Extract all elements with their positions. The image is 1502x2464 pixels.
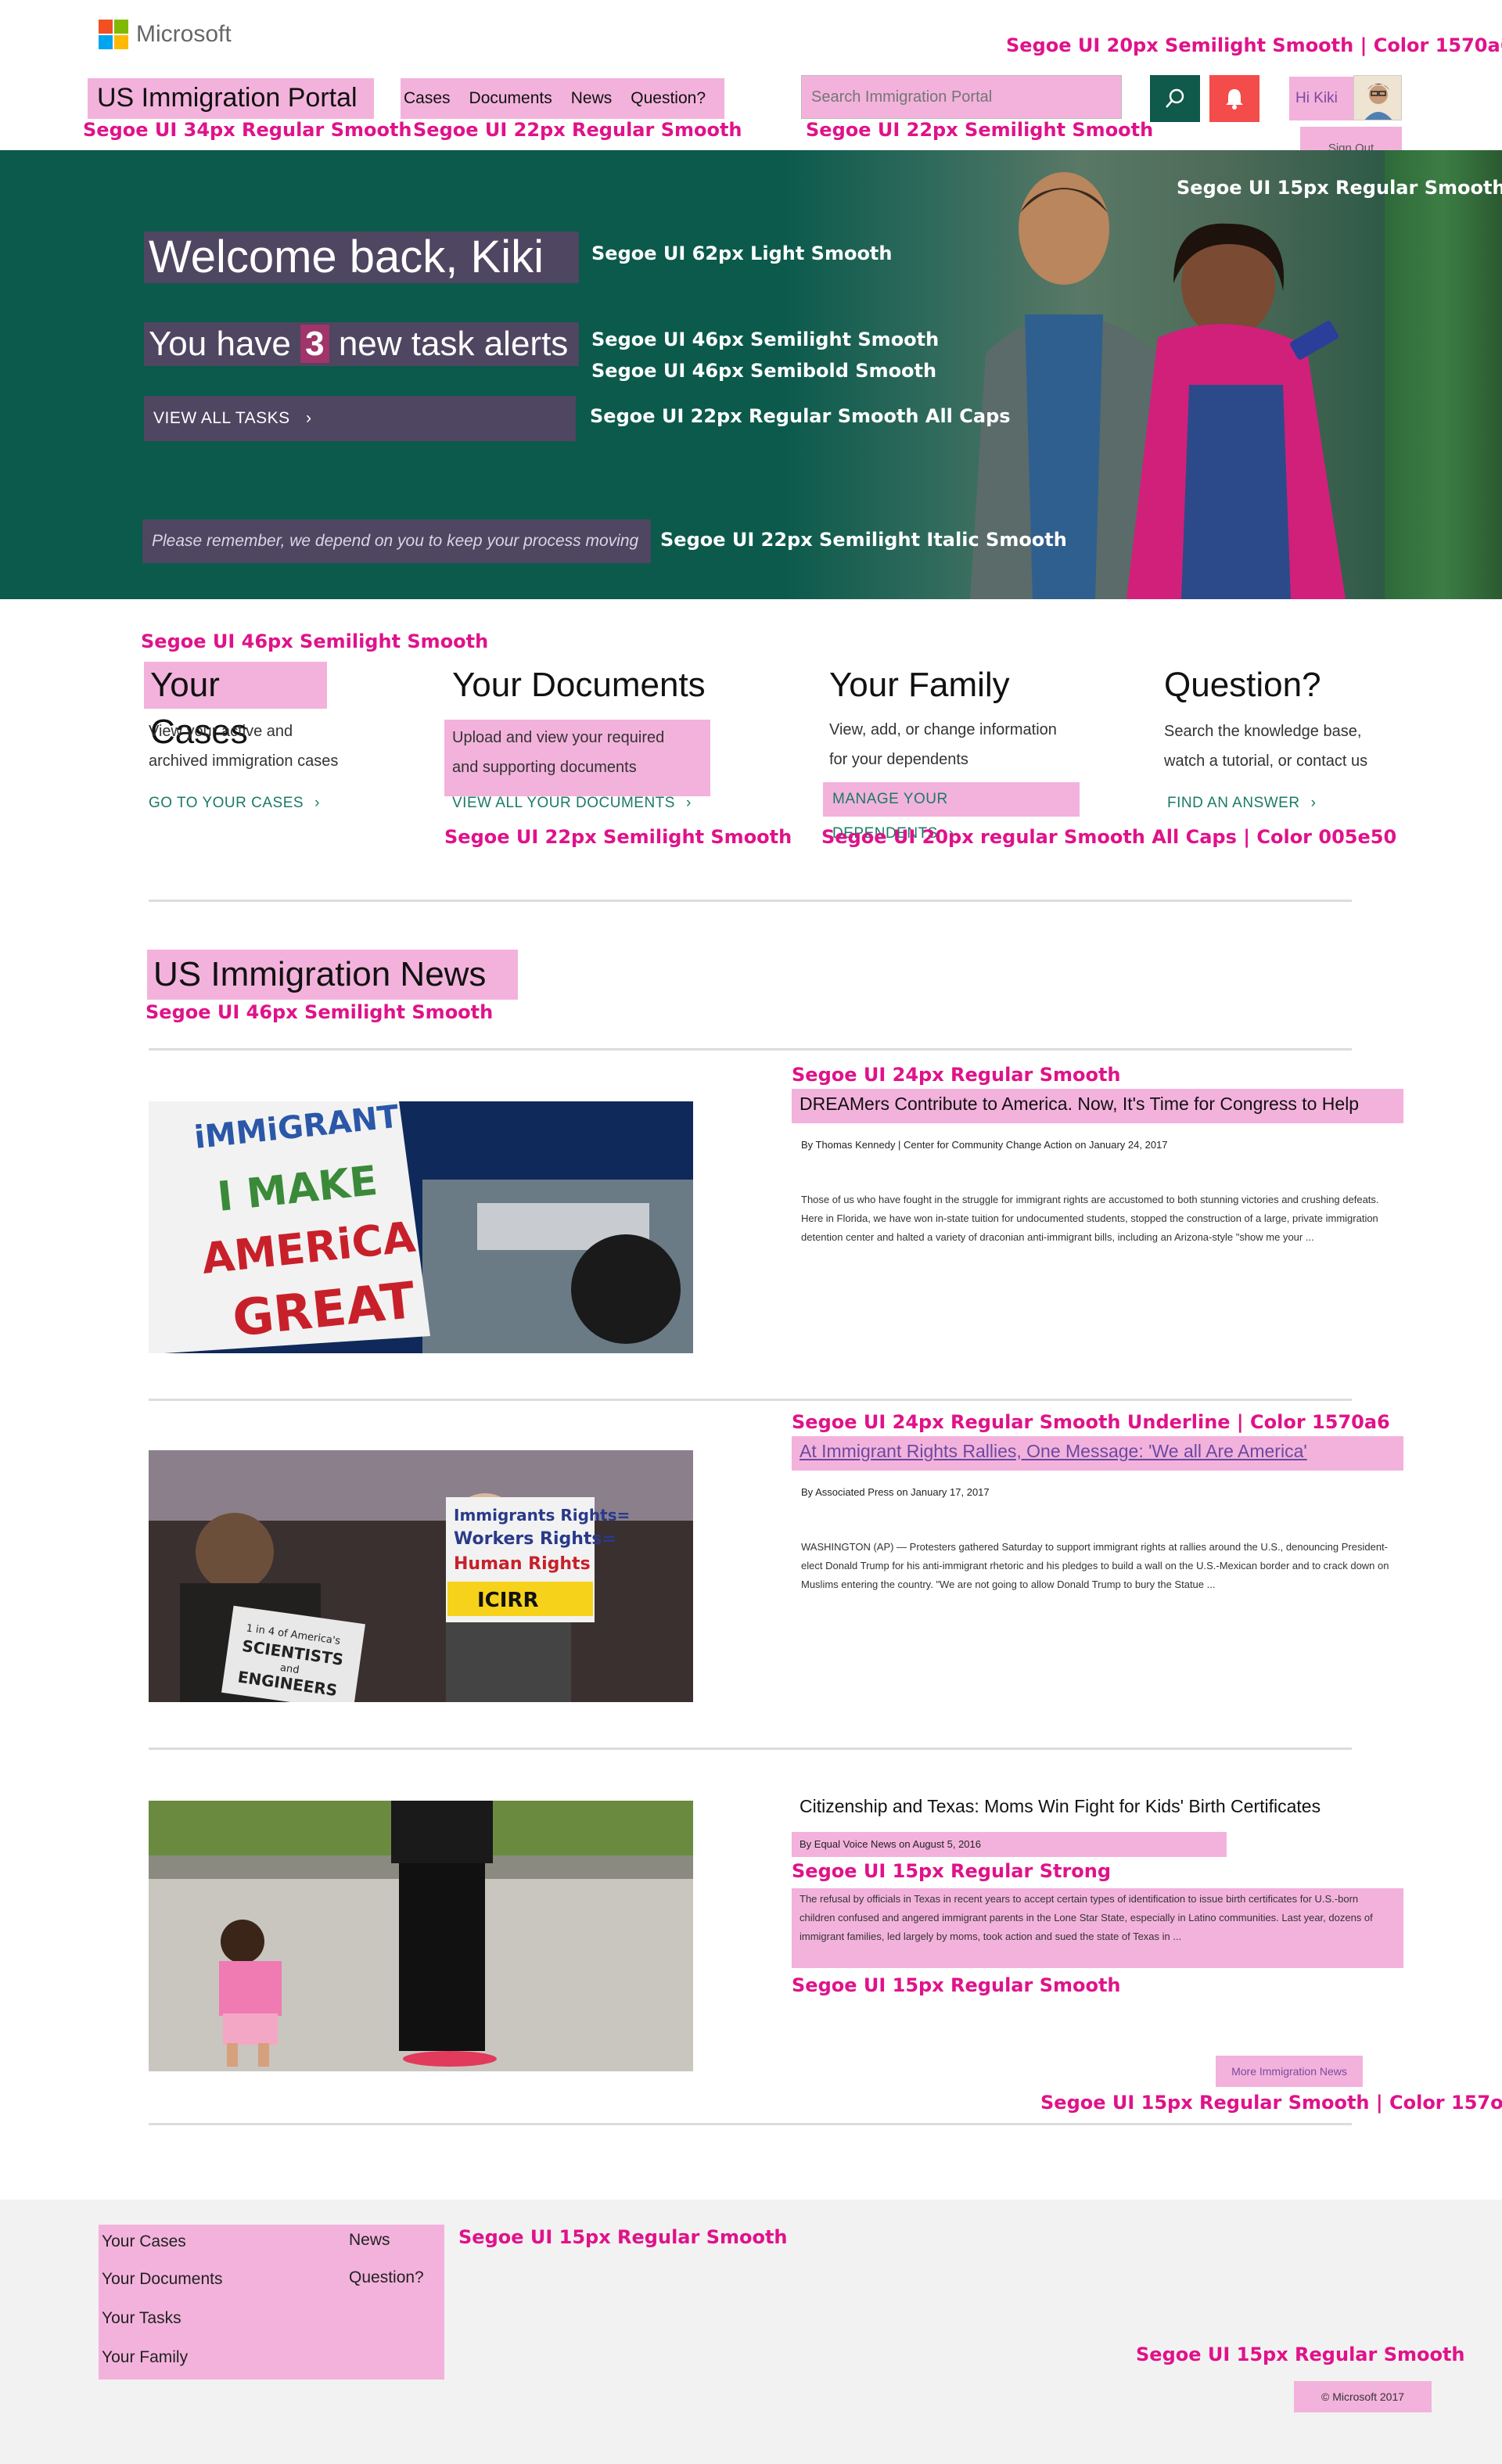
divider [149,900,1352,902]
logo-text: Microsoft [136,21,232,47]
card-title-question[interactable]: Question? [1164,662,1321,709]
annotation: Segoe UI 62px Light Smooth [591,242,893,264]
footer-link-question[interactable]: Question? [349,2268,424,2287]
footer-link-cases[interactable]: Your Cases [102,2232,186,2251]
sign-text: Immigrants Rights= [454,1506,630,1525]
annotation: Segoe UI 15px Regular Strong [792,1860,1112,1882]
card-title-documents[interactable]: Your Documents [452,662,706,709]
annotation: Segoe UI 22px Regular Smooth All Caps [590,405,1011,427]
view-all-tasks-button[interactable]: VIEW ALL TASKS › [144,396,576,441]
article-byline-1: By Thomas Kennedy | Center for Community… [801,1139,1168,1151]
view-all-label: VIEW ALL TASKS [153,409,290,427]
copyright: © Microsoft 2017 [1294,2381,1432,2412]
microsoft-logo-icon [99,20,128,49]
chevron-right-icon: › [314,795,320,811]
avatar[interactable] [1353,75,1402,120]
nav-question[interactable]: Question? [631,89,706,108]
news-heading: US Immigration News [147,950,518,1000]
nav-news[interactable]: News [571,89,613,108]
nav-cases[interactable]: Cases [404,89,451,108]
news-image-1[interactable]: iMMiGRANT I MAKE AMERiCA GREAT [149,1101,693,1353]
sign-text: Human Rights [454,1554,591,1574]
article-body-2: WASHINGTON (AP) — Protesters gathered Sa… [801,1541,1389,1590]
card-desc-question: Search the knowledge base, watch a tutori… [1164,723,1368,770]
annotation: Segoe UI 22px Semilight Smooth [444,826,792,848]
annotation: Segoe UI 46px Semilight Smooth [141,630,489,652]
card-desc-cases: View your active and archived immigration… [149,723,339,770]
divider [149,1747,1352,1750]
article-title-2[interactable]: At Immigrant Rights Rallies, One Message… [792,1436,1403,1471]
welcome-heading: Welcome back, Kiki [144,232,579,283]
go-to-cases-link[interactable]: GO TO YOUR CASES › [149,795,320,812]
article-byline-2: By Associated Press on January 17, 2017 [801,1486,990,1498]
alerts-suffix: new task alerts [329,325,569,363]
alerts-prefix: You have [149,325,301,363]
hero-photo-woman [1126,223,1346,599]
card-title-cases[interactable]: Your Cases [144,662,327,751]
annotation: Segoe UI 20px Semilight Smooth | Color 1… [1006,34,1502,56]
hero-banner: Welcome back, Kiki Segoe UI 62px Light S… [0,150,1502,599]
user-greeting[interactable]: Hi Kiki [1289,77,1355,120]
annotation: Segoe UI 15px Regular Smooth [458,2226,788,2248]
annotation: Segoe UI 24px Regular Smooth Underline |… [792,1411,1390,1433]
view-all-documents-link[interactable]: VIEW ALL YOUR DOCUMENTS › [452,795,692,812]
annotation: Segoe UI 15px Regular Smooth | Color 157… [1040,2092,1502,2114]
article-byline-3: By Equal Voice News on August 5, 2016 [792,1832,1227,1857]
search-icon [1166,88,1184,108]
chevron-right-icon: › [306,409,312,427]
chevron-right-icon: › [1310,795,1317,811]
more-news-button[interactable]: More Immigration News [1216,2056,1363,2087]
footer-link-family[interactable]: Your Family [102,2348,188,2367]
divider [149,2123,1352,2125]
main-nav: Cases Documents News Question? [401,78,724,119]
annotation: Segoe UI 46px Semilight Smooth [591,329,940,350]
divider [149,1048,1352,1051]
manage-dependents-link[interactable]: MANAGE YOUR DEPENDENTS › [823,782,1080,842]
search-button[interactable] [1150,75,1200,122]
annotation: Segoe UI 22px Semilight Italic Smooth [660,529,1067,551]
hero-photo-door [1385,150,1502,599]
annotation: Segoe UI 24px Regular Smooth [792,1064,1121,1086]
footer-link-documents[interactable]: Your Documents [102,2270,222,2289]
article-title-1[interactable]: DREAMers Contribute to America. Now, It'… [792,1089,1403,1123]
annotation: Segoe UI 15px Regular Smooth [1136,2344,1465,2365]
alerts-count: 3 [300,325,329,363]
annotation: Segoe UI 34px Regular Smooth [83,119,412,141]
microsoft-logo[interactable]: Microsoft [99,19,232,50]
remember-message: Please remember, we depend on you to kee… [142,519,651,563]
card-title-family[interactable]: Your Family [829,662,1010,709]
sign-text: ICIRR [477,1589,538,1612]
article-body-3: The refusal by officials in Texas in rec… [792,1888,1403,1968]
notifications-button[interactable] [1209,75,1259,122]
annotation: Segoe UI 46px Semibold Smooth [591,360,937,382]
task-alerts-heading: You have 3 new task alerts [144,322,579,366]
sign-text: Workers Rights= [454,1529,616,1549]
avatar-image [1354,76,1401,120]
annotation: Segoe UI 15px Regular Smooth [1177,177,1502,199]
news-image-3[interactable] [149,1801,693,2071]
footer-link-tasks[interactable]: Your Tasks [102,2309,181,2328]
search-input[interactable] [801,75,1122,119]
card-desc-family: View, add, or change information for your… [829,721,1057,768]
annotation: Segoe UI 22px Regular Smooth [413,119,742,141]
nav-documents[interactable]: Documents [469,89,552,108]
annotation: Segoe UI 20px regular Smooth All Caps | … [821,826,1397,848]
card-desc-documents: Upload and view your required and support… [444,720,710,796]
article-title-3[interactable]: Citizenship and Texas: Moms Win Fight fo… [792,1791,1403,1826]
news-image-2[interactable]: Immigrants Rights= Workers Rights= Human… [149,1450,693,1702]
divider [149,1399,1352,1401]
chevron-right-icon: › [685,795,692,811]
bell-icon [1226,89,1243,110]
footer-link-news[interactable]: News [349,2231,390,2250]
portal-title[interactable]: US Immigration Portal [88,78,374,119]
annotation: Segoe UI 22px Semilight Smooth [806,119,1154,141]
annotation: Segoe UI 46px Semilight Smooth [146,1001,494,1023]
find-answer-link[interactable]: FIND AN ANSWER › [1167,795,1316,812]
article-body-1: Those of us who have fought in the strug… [801,1194,1379,1243]
annotation: Segoe UI 15px Regular Smooth [792,1974,1121,1996]
